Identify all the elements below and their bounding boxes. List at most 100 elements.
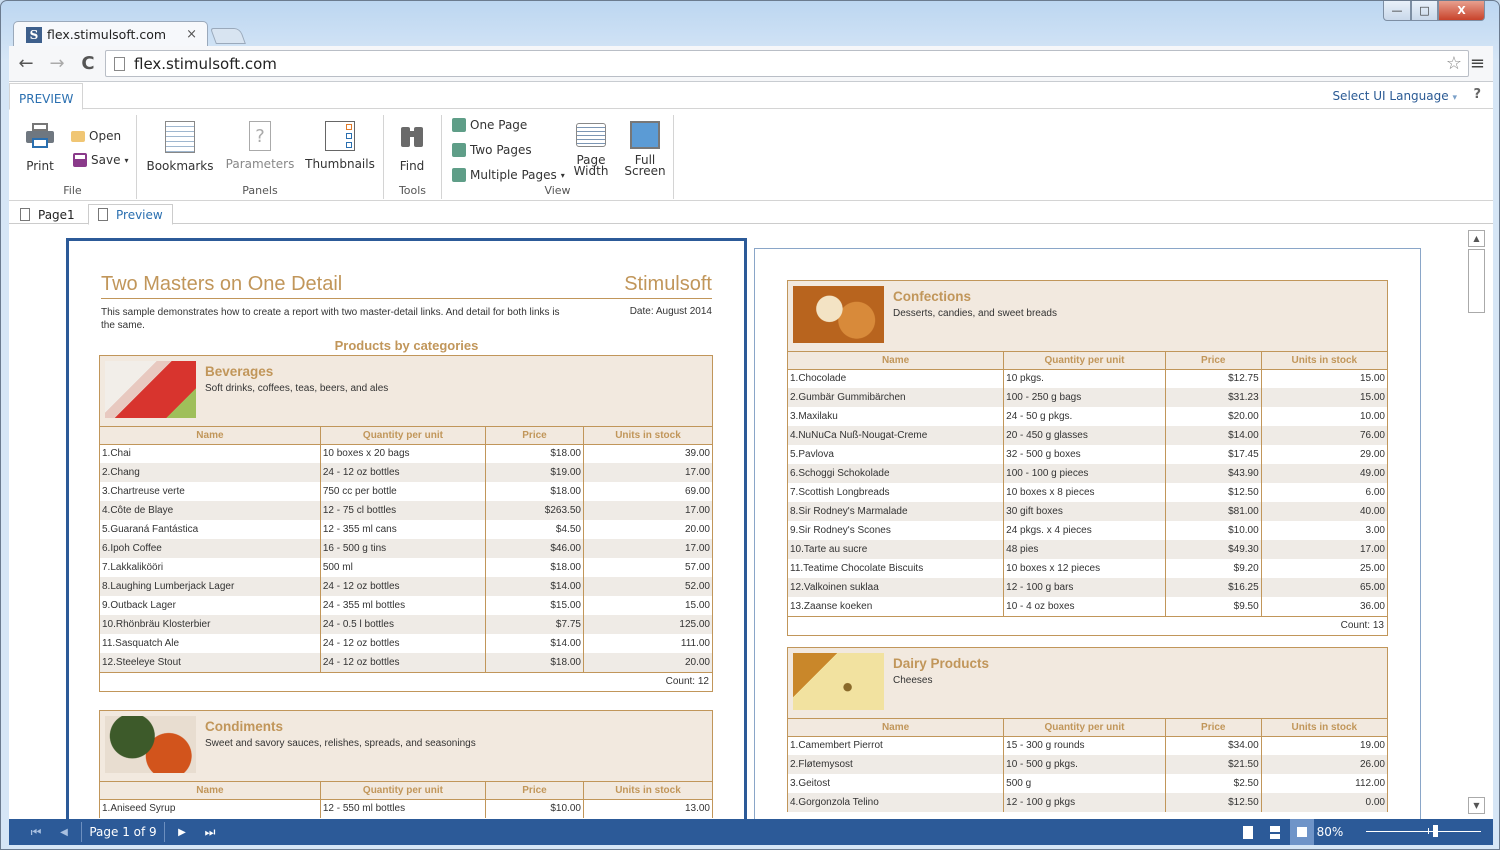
save-button[interactable]: Save ▾ [73, 153, 128, 167]
scroll-down-icon[interactable]: ▼ [1468, 797, 1485, 814]
category-header: Beverages Soft drinks, coffees, teas, bee… [100, 356, 712, 427]
column-header: Units in stock [1261, 352, 1387, 370]
open-button[interactable]: Open [71, 129, 121, 143]
quantity-per-unit: 10 boxes x 20 bags [320, 444, 487, 463]
menu-icon[interactable]: ≡ [1470, 53, 1485, 74]
browser-tab[interactable]: S flex.stimulsoft.com × [13, 21, 208, 47]
bookmarks-button[interactable]: Bookmarks [146, 121, 214, 173]
table-header-row: Name Quantity per unit Price Units in stock [788, 719, 1387, 737]
bookmark-star-icon[interactable]: ☆ [1446, 53, 1462, 74]
multiple-pages-view-icon[interactable] [1290, 819, 1314, 845]
units-in-stock: 76.00 [1261, 426, 1387, 445]
quantity-per-unit: 10 - 4 oz boxes [1003, 597, 1166, 616]
new-tab-button[interactable] [210, 28, 246, 44]
maximize-button[interactable]: □ [1411, 1, 1438, 21]
address-bar[interactable]: flex.stimulsoft.com ☆ [105, 50, 1469, 77]
category-name: Condiments [205, 719, 284, 734]
tab-page1-label: Page1 [38, 207, 75, 222]
tab-preview[interactable]: PREVIEW [9, 83, 84, 110]
find-button[interactable]: Find [392, 121, 432, 173]
reload-icon[interactable]: C [74, 50, 102, 78]
continuous-view-icon[interactable] [1264, 819, 1286, 845]
close-tab-icon[interactable]: × [186, 27, 197, 42]
product-name: 6.Ipoh Coffee [100, 539, 321, 558]
column-header: Quantity per unit [320, 782, 487, 800]
table-row: 6.Ipoh Coffee 16 - 500 g tins $46.00 17.00 [100, 539, 712, 558]
table-row: 3.Chartreuse verte 750 cc per bottle $18.0… [100, 482, 712, 501]
price: $17.45 [1165, 445, 1262, 464]
page-width-button[interactable]: Page Width [568, 123, 614, 177]
first-page-icon[interactable]: ⏮ [25, 819, 47, 845]
table-row: 9.Outback Lager 24 - 355 ml bottles $15.00… [100, 596, 712, 615]
language-selector[interactable]: Select UI Language ▾ [1332, 89, 1457, 103]
group-view: One Page Two Pages Multiple Pages ▾ Page… [442, 115, 674, 199]
scroll-up-icon[interactable]: ▲ [1468, 230, 1485, 247]
category-beverages: Beverages Soft drinks, coffees, teas, bee… [99, 355, 713, 692]
report-brand: Stimulsoft [624, 273, 712, 295]
report-canvas: Two Masters on One Detail Stimulsoft Thi… [9, 225, 1493, 819]
floppy-disk-icon [73, 153, 87, 167]
two-pages-button[interactable]: Two Pages [452, 143, 532, 157]
title-divider [101, 298, 712, 299]
products-table: Name Quantity per unit Price Units in stock… [100, 782, 712, 818]
scroll-thumb[interactable] [1468, 249, 1485, 313]
units-in-stock: 15.00 [1261, 388, 1387, 407]
quantity-per-unit: 100 - 100 g pieces [1003, 464, 1166, 483]
ribbon-tabs: PREVIEW Select UI Language ▾ ? [9, 82, 1493, 110]
print-button[interactable]: Print [19, 121, 61, 173]
one-page-view-icon[interactable] [1237, 819, 1259, 845]
product-name: 3.Geitost [788, 774, 1005, 793]
parameters-button[interactable]: ? Parameters [225, 121, 295, 171]
product-name: 9.Outback Lager [100, 596, 321, 615]
report-page-2: Confections Desserts, candies, and sweet … [754, 248, 1421, 819]
separator [164, 822, 165, 842]
window-controls: — □ X [1383, 1, 1485, 21]
table-row: 2.Fløtemysost 10 - 500 g pkgs. $21.50 26.00 [788, 755, 1387, 774]
quantity-per-unit: 48 pies [1003, 540, 1166, 559]
forward-icon[interactable]: → [43, 50, 71, 78]
table-row: 10.Rhönbräu Klosterbier 24 - 0.5 l bottle… [100, 615, 712, 634]
quantity-per-unit: 12 - 100 g bars [1003, 578, 1166, 597]
quantity-per-unit: 10 boxes x 8 pieces [1003, 483, 1166, 502]
units-in-stock: 65.00 [1261, 578, 1387, 597]
quantity-per-unit: 12 - 75 cl bottles [320, 501, 487, 520]
units-in-stock: 29.00 [1359, 449, 1385, 460]
find-label: Find [399, 159, 425, 173]
quantity-per-unit: 24 - 12 oz bottles [320, 463, 487, 482]
quantity-per-unit: 12 - 355 ml cans [320, 520, 487, 539]
vertical-scrollbar[interactable]: ▲ ▼ [1468, 230, 1485, 814]
group-label-view: View [544, 184, 571, 197]
units-in-stock: 17.00 [1261, 540, 1387, 559]
previous-page-icon[interactable]: ◀ [53, 819, 75, 845]
zoom-slider[interactable] [1366, 825, 1481, 837]
price: $16.25 [1165, 578, 1262, 597]
zoom-slider-handle[interactable] [1433, 825, 1438, 837]
tab-preview-doc[interactable]: Preview [88, 204, 173, 225]
full-screen-button[interactable]: Full Screen [622, 121, 668, 177]
price: $19.00 [485, 463, 584, 482]
units-in-stock: 69.00 [684, 486, 710, 497]
last-page-icon[interactable]: ⏭ [199, 819, 221, 845]
category-header: Dairy Products Cheeses [788, 648, 1387, 719]
price: $43.90 [1165, 464, 1262, 483]
chevron-down-icon: ▾ [1452, 93, 1457, 103]
help-icon[interactable]: ? [1473, 87, 1481, 102]
quantity-per-unit: 24 - 12 oz bottles [320, 653, 487, 672]
multiple-pages-button[interactable]: Multiple Pages ▾ [452, 168, 565, 182]
one-page-button[interactable]: One Page [452, 118, 527, 132]
quantity-per-unit: 12 - 550 ml bottles [320, 799, 487, 818]
category-name: Beverages [205, 364, 274, 379]
product-name: 4.Gorgonzola Telino [788, 793, 1005, 812]
back-icon[interactable]: ← [12, 50, 40, 78]
category-image [793, 653, 884, 710]
minimize-button[interactable]: — [1383, 1, 1411, 21]
category-header: Condiments Sweet and savory sauces, relis… [100, 711, 712, 782]
thumbnails-button[interactable]: Thumbnails [305, 121, 375, 171]
column-header: Price [1165, 719, 1262, 737]
tab-page1[interactable]: Page1 [11, 204, 84, 225]
next-page-icon[interactable]: ▶ [171, 819, 193, 845]
zoom-level: 80% [1316, 825, 1344, 839]
quantity-per-unit: 750 cc per bottle [320, 482, 487, 501]
close-window-button[interactable]: X [1438, 1, 1485, 21]
save-label: Save [91, 153, 121, 167]
